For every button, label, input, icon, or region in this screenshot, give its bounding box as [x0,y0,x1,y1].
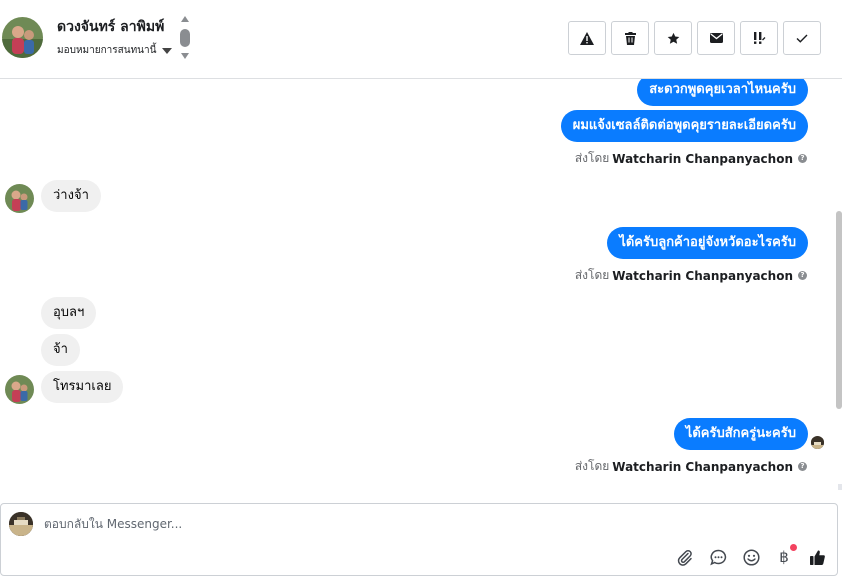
warning-icon [580,31,594,45]
contact-name[interactable]: ดวงจันทร์ ลาพิมพ์ [57,16,164,38]
sender-name: Watcharin Chanpanyachon [612,151,793,166]
trash-icon [624,31,636,45]
emoji-icon [742,548,760,566]
mark-spam-button[interactable] [568,21,606,55]
sent-by-line: ส่งโดย Watcharin Chanpanyachon ? [575,266,807,285]
outgoing-message[interactable]: ได้ครับลูกค้าอยู่จังหวัดอะไรครับ [607,227,808,259]
composer-toolbar: ฿ [675,544,827,567]
info-icon[interactable]: ? [798,154,807,163]
check-icon [796,34,808,43]
thread-scrollbar-thumb[interactable] [836,211,842,409]
message-thread[interactable]: สะดวกพูดคุยเวลาไหนครับ ผมแจ้งเซลล์ติดต่อ… [0,79,842,492]
sent-by-prefix: ส่งโดย [574,459,610,473]
conversation-actions-toolbar [568,21,821,55]
contact-avatar[interactable] [2,17,43,58]
page-avatar [9,512,33,536]
mark-done-button[interactable] [783,21,821,55]
outgoing-message[interactable]: สะดวกพูดคุยเวลาไหนครับ [637,79,808,106]
navigator-handle[interactable] [180,29,190,47]
contact-avatar-small[interactable] [5,184,34,213]
incoming-message[interactable]: ว่างจ้า [41,180,101,212]
conversation-navigator [179,16,191,62]
emoji-button[interactable] [741,547,761,567]
incoming-message[interactable]: อุบลฯ [41,297,97,329]
envelope-icon [709,33,723,43]
outgoing-message[interactable]: ได้ครับสักครู่นะครับ [673,418,808,450]
info-icon[interactable]: ? [798,462,807,471]
saved-reply-button[interactable] [708,547,728,567]
assign-conversation-label: มอบหมายการสนทนานี้ [57,45,157,56]
incoming-message[interactable]: จ้า [41,334,80,366]
outgoing-message[interactable]: ผมแจ้งเซลล์ติดต่อพูดคุยรายละเอียดครับ [560,110,808,142]
thumbs-up-icon [809,549,825,565]
saved-reply-icon [709,549,726,565]
follow-up-icon [754,32,766,44]
contact-avatar-small[interactable] [5,375,34,404]
sent-by-prefix: ส่งโดย [574,268,610,282]
payment-button[interactable]: ฿ [774,544,797,567]
previous-conversation-icon[interactable] [181,16,189,22]
sent-by-prefix: ส่งโดย [574,151,610,165]
sender-name: Watcharin Chanpanyachon [612,268,793,283]
star-button[interactable] [654,21,692,55]
next-conversation-icon[interactable] [181,53,189,59]
sender-name: Watcharin Chanpanyachon [612,459,793,474]
attachment-icon [677,549,692,566]
notification-dot [790,544,797,551]
star-icon [667,32,679,44]
baht-payment-icon: ฿ [779,548,789,566]
reply-input[interactable] [44,514,644,534]
info-icon[interactable]: ? [798,271,807,280]
sent-by-line: ส่งโดย Watcharin Chanpanyachon ? [575,149,807,168]
attach-button[interactable] [675,547,695,567]
mark-unread-button[interactable] [697,21,735,55]
follow-up-button[interactable] [740,21,778,55]
like-button[interactable] [807,547,827,567]
delete-button[interactable] [611,21,649,55]
incoming-message[interactable]: โทรมาเลย [41,371,124,403]
sent-by-line: ส่งโดย Watcharin Chanpanyachon ? [575,457,807,476]
conversation-header: ดวงจันทร์ ลาพิมพ์ มอบหมายการสนทนานี้ [0,0,842,79]
reply-composer: ฿ [0,503,838,576]
assign-conversation-dropdown[interactable]: มอบหมายการสนทนานี้ [57,43,173,58]
thread-scrollbar-end [838,484,842,490]
read-receipt-avatar [811,436,824,449]
caret-down-icon [162,47,173,54]
